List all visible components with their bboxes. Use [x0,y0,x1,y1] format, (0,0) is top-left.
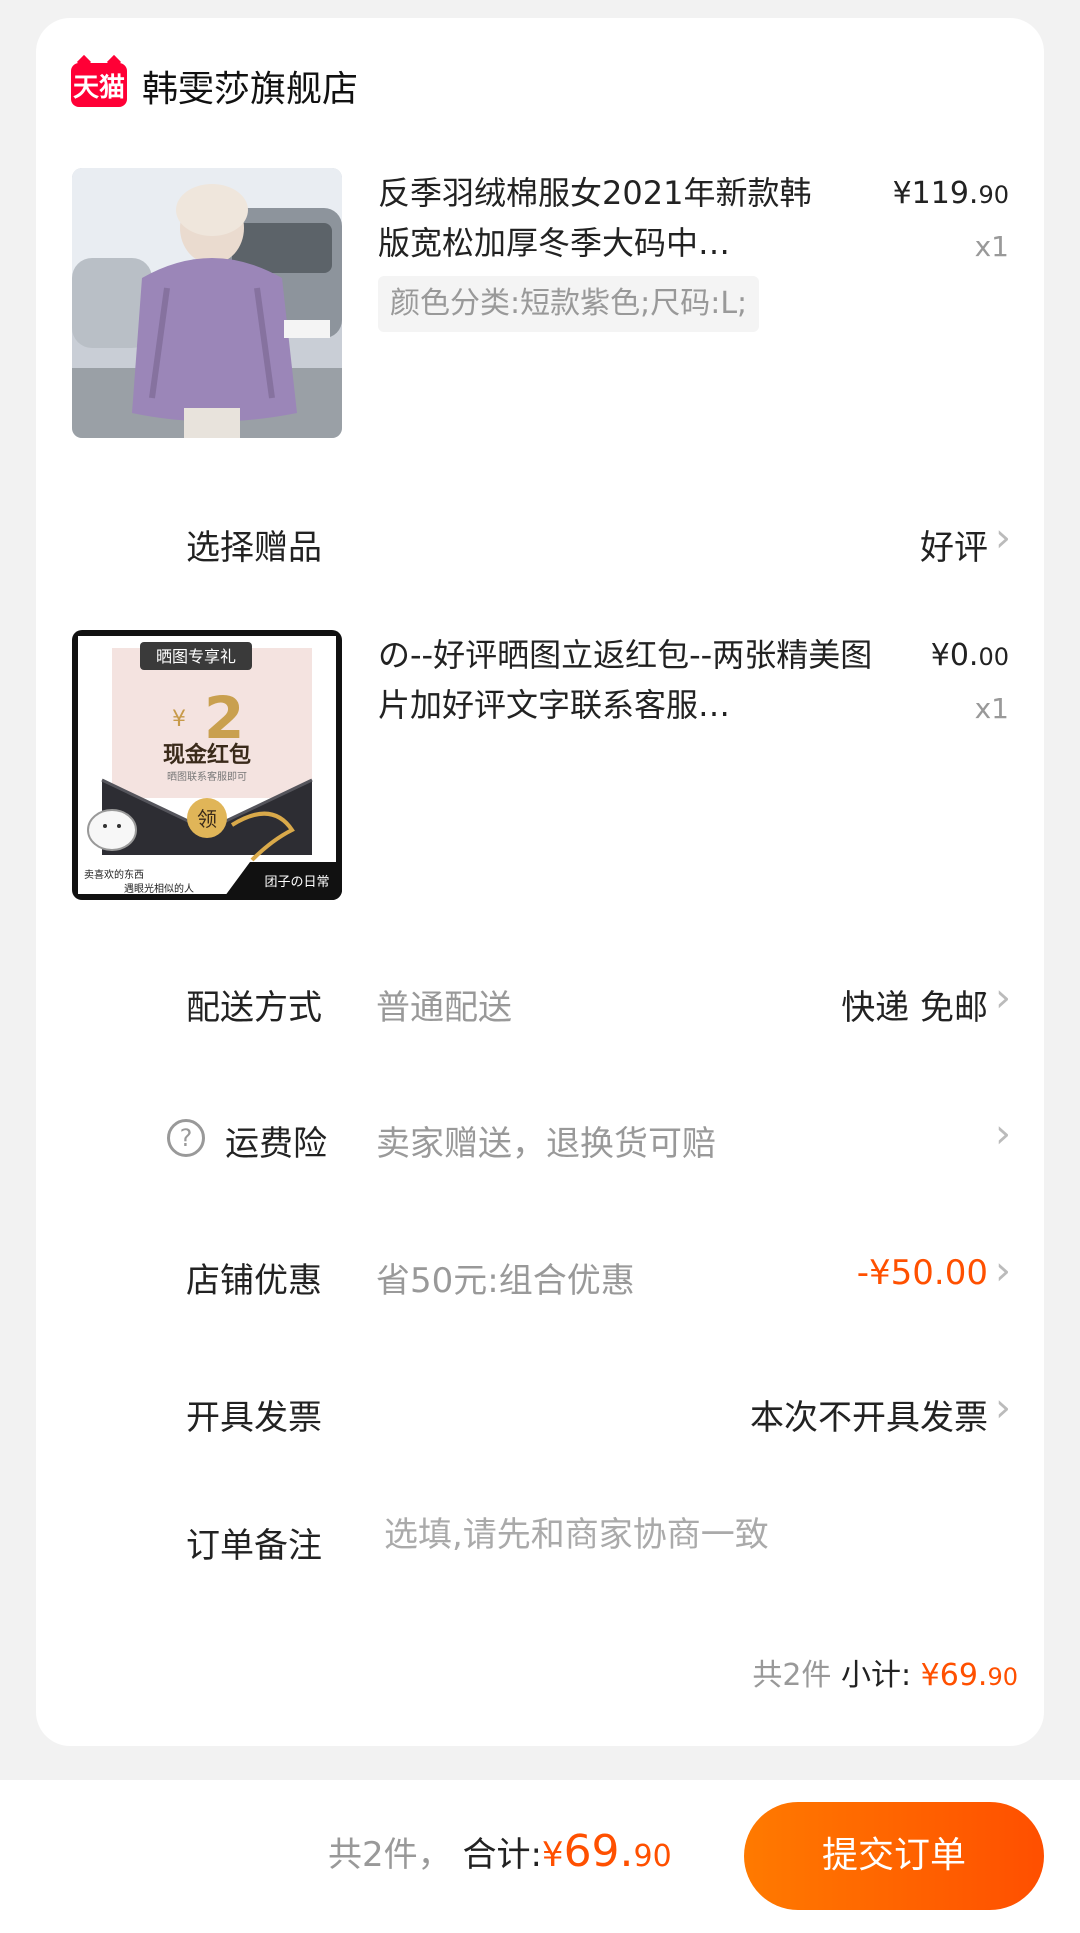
bottom-bar: 共2件， 合计:¥69.90 提交订单 zhizhizhi.com [0,1780,1080,1933]
product-image-redpacket[interactable]: 晒图专享礼 ¥ 2 现金红包 晒图联系客服即可 领 卖喜欢的东西 遇眼光相似的人… [72,630,342,900]
chevron-right-icon[interactable]: › [988,1248,1018,1294]
item-sku[interactable]: 颜色分类:短款紫色;尺码:L; [378,276,760,332]
total-label: 合计: [462,1835,542,1875]
subtotal-count: 共2件 [752,1658,832,1693]
badge-text: 晒图专享礼 [156,647,236,666]
chevron-right-icon[interactable]: › [988,975,1018,1021]
product-image-jacket[interactable] [72,168,342,438]
price-cents: 00 [978,643,1009,671]
gift-value[interactable]: 好评 [736,520,988,569]
price-main: ¥119. [892,176,979,211]
subtotal-currency: ¥ [920,1658,940,1693]
item-quantity: x1 [974,692,1009,725]
help-icon[interactable]: ? [167,1119,205,1157]
subtotal-amount: 69. [939,1658,988,1693]
delivery-value[interactable]: 快递 免邮 [596,980,988,1029]
invoice-label: 开具发票 [186,1398,322,1438]
chevron-right-icon[interactable]: › [988,1385,1018,1431]
total-cents: 90 [633,1839,672,1874]
footer-right: 团子の日常 [264,875,329,890]
card-sub: 晒图联系客服即可 [167,770,247,783]
discount-sub: 省50元:组合优惠 [376,1261,635,1301]
item-title[interactable]: 反季羽绒棉服女2021年新款韩版宽松加厚冬季大码中… [378,168,818,268]
delivery-label: 配送方式 [186,988,322,1028]
item-price: ¥119.90 [849,176,1009,211]
invoice-value[interactable]: 本次不开具发票 [596,1390,988,1439]
card-currency: ¥ [172,707,186,732]
chevron-right-icon[interactable]: › [988,1111,1018,1157]
footer-left-2: 遇眼光相似的人 [124,882,194,895]
chevron-right-icon[interactable]: › [988,515,1018,561]
seal-text: 领 [197,807,217,831]
subtotal-cents: 90 [987,1663,1018,1691]
insurance-sub: 卖家赠送，退换货可赔 [376,1124,716,1164]
delivery-sub: 普通配送 [376,988,512,1028]
footer-left-1: 卖喜欢的东西 [84,868,144,881]
subtotal-label: 小计: [840,1658,912,1693]
card-heading: 现金红包 [163,742,251,768]
gift-label: 选择赠品 [186,528,322,568]
submit-order-button[interactable]: 提交订单 [744,1802,1044,1910]
order-card: 天猫 韩雯莎旗舰店 反季羽绒棉服女2021年新款韩版宽松加厚冬季大码中… ¥11… [36,18,1044,1746]
item-title[interactable]: の--好评晒图立返红包--两张精美图片加好评文字联系客服… [378,630,878,730]
total-currency: ¥ [541,1835,564,1875]
note-label: 订单备注 [186,1526,322,1566]
item-quantity: x1 [974,230,1009,263]
subtotal: 共2件 小计: ¥69.90 [752,1650,1018,1694]
total-count: 共2件， [328,1835,452,1875]
watermark: zhizhizhi.com [967,1909,1062,1925]
shop-name[interactable]: 韩雯莎旗舰店 [142,60,358,112]
price-cents: 90 [978,181,1009,209]
order-note-input[interactable] [382,1514,946,1556]
tmall-logo-icon: 天猫 [71,63,127,107]
item-price: ¥0.00 [849,638,1009,673]
tmall-logo-text: 天猫 [72,72,125,103]
card-amount: 2 [204,684,244,752]
discount-value[interactable]: -¥50.00 [736,1253,988,1293]
discount-label: 店铺优惠 [186,1261,322,1301]
insurance-label: 运费险 [225,1124,327,1164]
total-amount: 69. [563,1826,634,1877]
price-main: ¥0. [930,638,979,673]
total-summary: 共2件， 合计:¥69.90 [328,1826,672,1877]
